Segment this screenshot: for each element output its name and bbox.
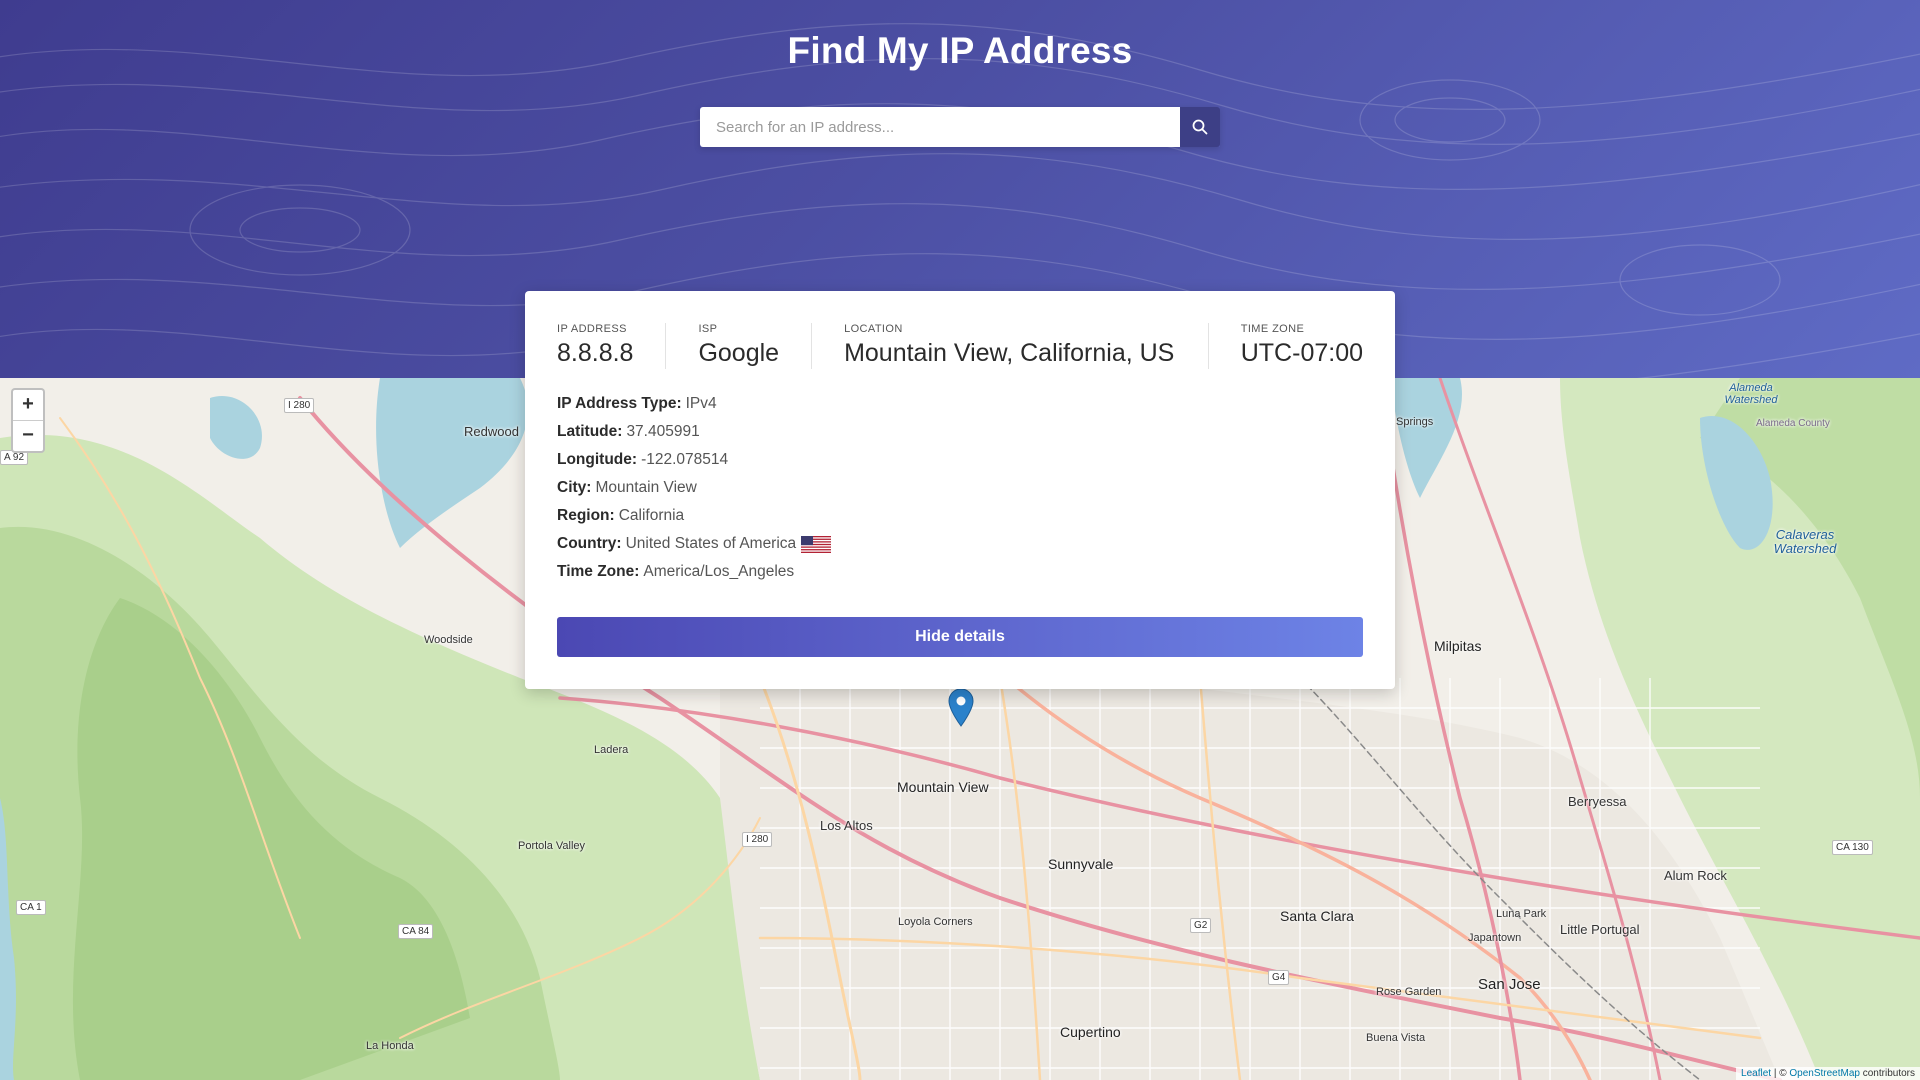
detail-value: California	[618, 507, 685, 524]
place-label: Woodside	[424, 634, 473, 646]
place-label: Buena Vista	[1366, 1032, 1426, 1044]
detail-value: -122.078514	[641, 451, 729, 468]
place-label: Japantown	[1468, 932, 1522, 944]
zoom-out-button[interactable]: −	[13, 420, 43, 451]
place-label: Alum Rock	[1664, 868, 1727, 883]
road-shield: CA 84	[398, 924, 434, 939]
place-label: La Honda	[366, 1040, 414, 1052]
detail-row-city: City: Mountain View	[557, 474, 1363, 502]
place-label: Cupertino	[1060, 1024, 1121, 1040]
road-shield: I 280	[742, 832, 773, 847]
place-label: Portola Valley	[518, 840, 586, 852]
isp-stat: ISP Google	[665, 323, 811, 369]
detail-value: IPv4	[685, 395, 717, 412]
road-shield: I 280	[284, 398, 315, 413]
road-shield: CA 130	[1832, 840, 1873, 855]
time-zone-stat: TIME ZONE UTC-07:00	[1207, 323, 1363, 369]
stat-label: ISP	[698, 323, 718, 335]
location-marker-icon[interactable]	[948, 688, 974, 728]
openstreetmap-link[interactable]: OpenStreetMap	[1789, 1068, 1860, 1079]
place-label: Redwood	[464, 424, 519, 439]
summary-row: IP ADDRESS 8.8.8.8 ISP Google LOCATION M…	[557, 323, 1363, 373]
stat-value: UTC-07:00	[1240, 339, 1363, 367]
road-shield: G4	[1268, 970, 1290, 985]
stat-value: 8.8.8.8	[557, 339, 634, 367]
stat-label: TIME ZONE	[1240, 323, 1305, 335]
stat-label: LOCATION	[844, 323, 903, 335]
attribution-tail: contributors	[1859, 1068, 1915, 1079]
detail-row-latitude: Latitude: 37.405991	[557, 418, 1363, 446]
search-icon	[1192, 119, 1208, 135]
detail-label: Longitude:	[557, 451, 638, 468]
detail-row-country: Country: United States of America	[557, 530, 1363, 558]
detail-row-longitude: Longitude: -122.078514	[557, 446, 1363, 474]
place-label: Santa Clara	[1280, 908, 1354, 924]
place-label: Alameda County	[1756, 418, 1830, 429]
stat-value: Google	[698, 339, 780, 367]
ip-address-stat: IP ADDRESS 8.8.8.8	[557, 323, 665, 369]
place-label: Calaveras Watershed	[1773, 527, 1837, 556]
detail-value: America/Los_Angeles	[643, 563, 795, 580]
search-input[interactable]	[700, 107, 1180, 147]
detail-label: Country:	[557, 535, 622, 552]
detail-row-time-zone: Time Zone: America/Los_Angeles	[557, 558, 1363, 586]
page-title: Find My IP Address	[787, 30, 1133, 71]
detail-row-region: Region: California	[557, 502, 1363, 530]
road-shield: CA 1	[16, 900, 46, 915]
place-label: Milpitas	[1434, 638, 1482, 654]
search-button[interactable]	[1180, 107, 1220, 147]
detail-row-ip-type: IP Address Type: IPv4	[557, 390, 1363, 418]
detail-label: City:	[557, 479, 592, 496]
detail-value: Mountain View	[595, 479, 697, 496]
place-label: Little Portugal	[1560, 922, 1640, 937]
place-label: Sunnyvale	[1048, 856, 1114, 872]
location-stat: LOCATION Mountain View, California, US	[811, 323, 1206, 369]
hide-details-button[interactable]: Hide details	[557, 617, 1363, 657]
place-label: Rose Garden	[1376, 986, 1442, 998]
detail-label: Latitude:	[557, 423, 623, 440]
place-label: Luna Park	[1496, 908, 1547, 920]
stat-value: Mountain View, California, US	[844, 339, 1175, 367]
place-label: San Jose	[1478, 976, 1541, 993]
map-attribution: Leaflet | © OpenStreetMap contributors	[1736, 1067, 1920, 1080]
attribution-separator: | ©	[1771, 1068, 1790, 1079]
details-list: IP Address Type: IPv4 Latitude: 37.40599…	[557, 390, 1363, 586]
place-label: Mountain View	[897, 779, 989, 795]
place-label: Berryessa	[1568, 794, 1627, 809]
zoom-in-button[interactable]: +	[13, 390, 43, 420]
ip-info-card: IP ADDRESS 8.8.8.8 ISP Google LOCATION M…	[525, 291, 1395, 689]
zoom-control: + −	[11, 388, 45, 453]
us-flag-icon	[801, 535, 832, 553]
detail-value: United States of America	[625, 535, 797, 552]
detail-label: IP Address Type:	[557, 395, 682, 412]
leaflet-link[interactable]: Leaflet	[1741, 1068, 1771, 1079]
place-label: Ladera	[594, 744, 629, 756]
place-label: Loyola Corners	[898, 916, 973, 928]
road-shield: G2	[1190, 918, 1212, 933]
stat-label: IP ADDRESS	[557, 323, 627, 335]
place-label: Los Altos	[820, 818, 873, 833]
detail-label: Region:	[557, 507, 615, 524]
detail-value: 37.405991	[626, 423, 700, 440]
search-bar	[700, 107, 1220, 147]
detail-label: Time Zone:	[557, 563, 640, 580]
place-label: Springs	[1396, 416, 1434, 428]
place-label: Alameda Watershed	[1724, 382, 1778, 406]
